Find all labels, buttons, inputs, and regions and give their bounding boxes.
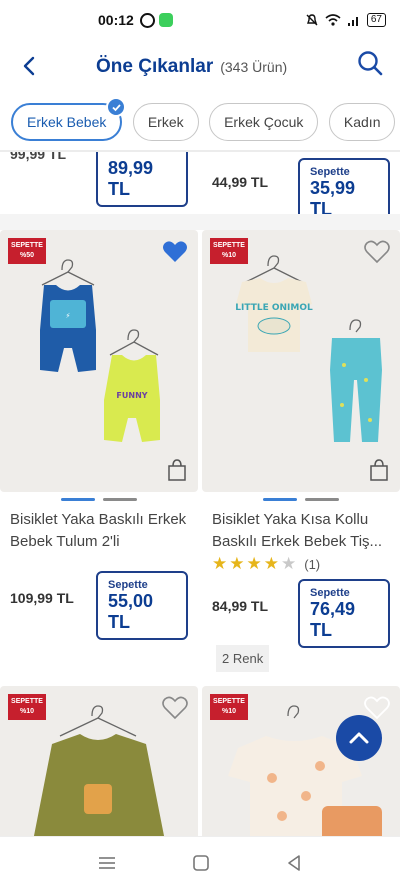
section-separator: [0, 214, 400, 230]
basket-price-box: Sepette 76,49 TL: [298, 579, 390, 648]
basket-price: 55,00 TL: [108, 591, 154, 632]
print-text: LITTLE ONIMOL: [235, 303, 313, 313]
basket-price: 89,99 TL: [108, 158, 154, 199]
whatsapp-icon: [139, 12, 155, 28]
star-filled-icon: ★: [229, 554, 245, 573]
basket-price-box: 89,99 TL: [96, 152, 188, 207]
wifi-icon: [325, 14, 341, 26]
discount-badge: SEPETTE %10: [8, 694, 46, 720]
chip-label: Erkek Çocuk: [224, 114, 304, 130]
old-price: 99,99 TL: [10, 152, 67, 162]
badge-label: SEPETTE: [11, 698, 43, 705]
basket-price: 35,99 TL: [310, 178, 356, 214]
category-chips: Erkek Bebek Erkek Erkek Çocuk Kadın Kı: [0, 98, 400, 150]
home-icon[interactable]: [192, 854, 210, 872]
favorite-heart-outline-icon[interactable]: [364, 240, 390, 264]
message-app-icon: [158, 13, 173, 27]
page-title: Öne Çıkanlar: [96, 56, 214, 77]
basket-label: Sepette: [310, 587, 350, 599]
product-image[interactable]: LITTLE ONIMOL SEPETTE %10: [202, 230, 400, 492]
pagination-dot: [61, 498, 95, 501]
rating-count: (1): [304, 556, 321, 572]
pagination-dot: [263, 498, 297, 501]
product-image[interactable]: ⚡ FUNNY SEPETTE %50: [0, 230, 198, 492]
product-card[interactable]: SEPETTE %10: [0, 686, 198, 846]
chip-erkek[interactable]: Erkek: [132, 103, 199, 141]
basket-price: 76,49 TL: [310, 599, 356, 640]
product-image[interactable]: SEPETTE %10: [202, 686, 400, 846]
basket-label: Sepette: [310, 166, 350, 178]
svg-text:⚡: ⚡: [66, 312, 71, 320]
add-to-cart-bag-icon[interactable]: [166, 458, 188, 482]
star-filled-icon: ★: [246, 554, 262, 573]
product-count: (343 Ürün): [220, 59, 288, 75]
back-arrow-icon[interactable]: [18, 54, 42, 78]
app-header: Öne Çıkanlar (343 Ürün): [0, 40, 400, 92]
status-bar: 00:12 67: [0, 0, 400, 40]
previous-products-row: 99,99 TL 89,99 TL 44,99 TL Sepette 35,99…: [0, 152, 400, 214]
star-filled-icon: ★: [263, 554, 279, 573]
discount-badge: SEPETTE %50: [8, 238, 46, 264]
discount-badge: SEPETTE %10: [210, 694, 248, 720]
star-filled-icon: ★: [212, 554, 228, 573]
badge-percent: %10: [19, 708, 34, 715]
chip-kadin[interactable]: Kadın: [328, 103, 396, 141]
rating: ★ ★ ★ ★ ★ (1): [202, 553, 400, 575]
recent-apps-icon[interactable]: [97, 855, 117, 871]
signal-icon: [347, 17, 358, 26]
favorite-heart-filled-icon[interactable]: [162, 240, 188, 264]
chip-erkek-bebek[interactable]: Erkek Bebek: [11, 98, 127, 141]
discount-badge: SEPETTE %10: [210, 238, 248, 264]
add-to-cart-bag-icon[interactable]: [368, 458, 390, 482]
mute-bell-icon: [306, 14, 318, 26]
pagination-dot: [103, 498, 137, 501]
badge-label: SEPETTE: [11, 242, 43, 249]
old-price: 109,99 TL: [10, 590, 74, 606]
old-price: 84,99 TL: [212, 598, 269, 614]
scroll-to-top-button[interactable]: [336, 715, 382, 761]
basket-label: Sepette: [108, 579, 148, 591]
old-price: 44,99 TL: [212, 174, 269, 190]
chip-label: Erkek: [147, 114, 184, 130]
badge-label: SEPETTE: [213, 698, 245, 705]
print-text: FUNNY: [116, 391, 147, 400]
badge-label: SEPETTE: [213, 242, 245, 249]
basket-price-box: Sepette 55,00 TL: [96, 571, 188, 640]
pagination-dot: [305, 498, 339, 501]
search-icon[interactable]: [356, 49, 384, 77]
status-time: 00:12: [98, 12, 134, 28]
price-row: 109,99 TL Sepette 55,00 TL: [0, 567, 198, 640]
product-card[interactable]: SEPETTE %10: [202, 686, 400, 846]
price-row: 84,99 TL Sepette 76,49 TL: [202, 575, 400, 648]
badge-percent: %50: [19, 252, 34, 259]
product-name[interactable]: Bisiklet Yaka Baskılı Erkek Bebek Tulum …: [0, 501, 198, 561]
badge-percent: %10: [221, 708, 236, 715]
product-image[interactable]: SEPETTE %10: [0, 686, 198, 846]
badge-percent: %10: [221, 252, 236, 259]
chip-erkek-cocuk[interactable]: Erkek Çocuk: [209, 103, 319, 141]
check-icon: [106, 98, 127, 117]
product-card[interactable]: LITTLE ONIMOL SEPETTE %10 Bisiklet Yaka …: [202, 230, 400, 672]
color-count-label[interactable]: 2 Renk: [216, 645, 270, 672]
basket-price-box: Sepette 35,99 TL: [298, 158, 390, 214]
chip-label: Kadın: [343, 114, 381, 130]
favorite-heart-outline-icon[interactable]: [162, 696, 188, 720]
back-triangle-icon[interactable]: [285, 854, 303, 872]
star-empty-icon: ★: [281, 554, 297, 573]
chevron-up-icon: [349, 732, 369, 744]
system-navigation-bar: [0, 836, 400, 888]
product-name[interactable]: Bisiklet Yaka Kısa Kollu Baskılı Erkek B…: [202, 501, 400, 553]
product-photo: ⚡ FUNNY: [40, 259, 160, 442]
product-card[interactable]: ⚡ FUNNY SEPETTE %50 Bisiklet Yaka Baskıl…: [0, 230, 198, 640]
battery-indicator: 67: [366, 13, 386, 27]
product-photo: LITTLE ONIMOL: [235, 255, 382, 442]
chip-label: Erkek Bebek: [27, 114, 107, 130]
